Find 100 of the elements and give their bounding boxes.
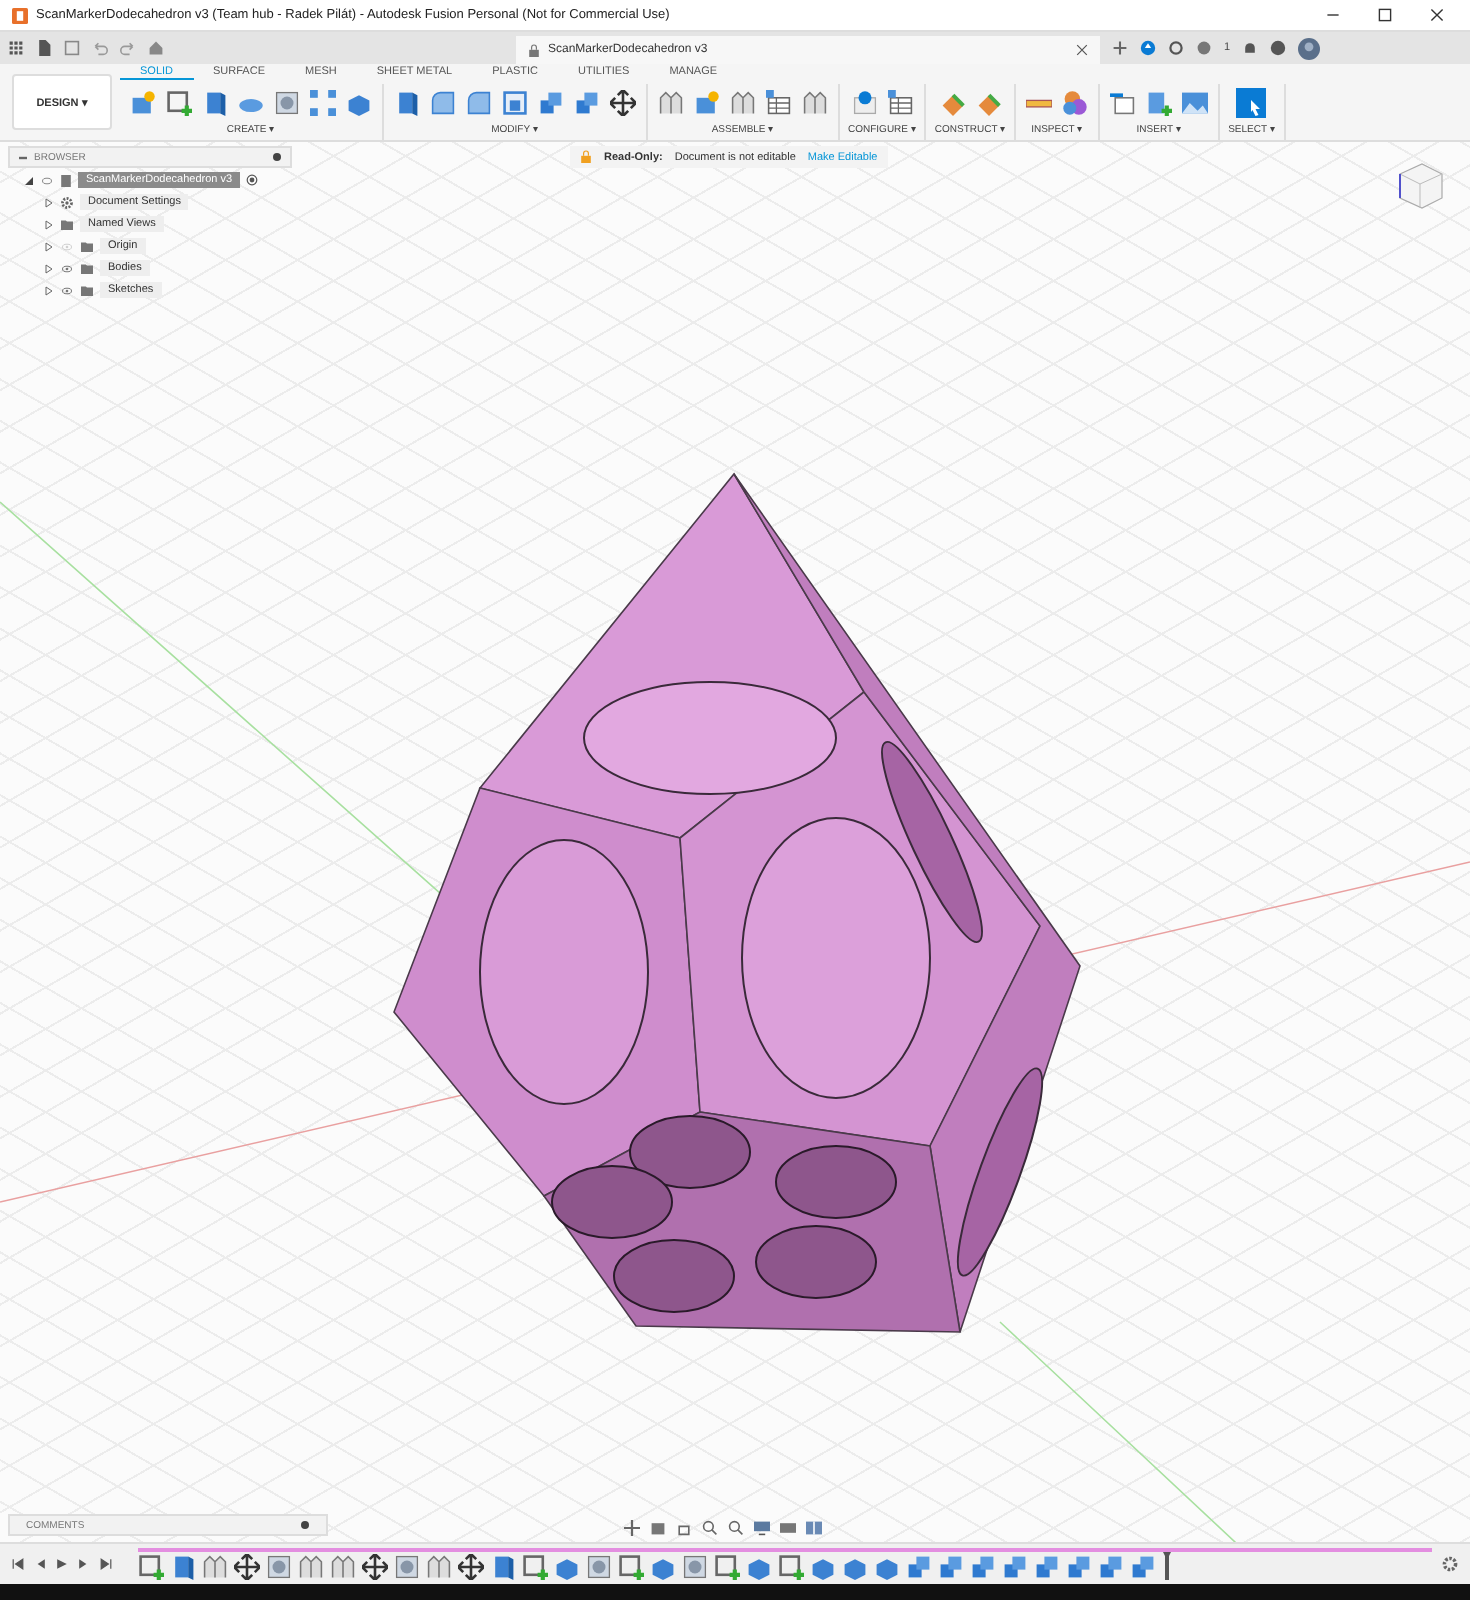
expanded-caret-icon[interactable] bbox=[24, 175, 34, 185]
avatar-icon[interactable] bbox=[1298, 37, 1321, 59]
document-icon bbox=[60, 173, 72, 187]
box-icon bbox=[554, 1553, 580, 1579]
extrude-icon bbox=[490, 1553, 516, 1579]
undo-icon[interactable] bbox=[92, 40, 108, 56]
blocks-icon bbox=[970, 1553, 996, 1579]
sketch-icon bbox=[778, 1553, 804, 1579]
radio-icon[interactable] bbox=[246, 174, 259, 186]
blocks-icon bbox=[574, 90, 600, 116]
decal-icon bbox=[1146, 90, 1173, 116]
pattern-icon bbox=[310, 90, 336, 116]
hole-icon bbox=[586, 1553, 612, 1579]
collapsed-caret-icon[interactable] bbox=[44, 197, 54, 207]
view-cube[interactable] bbox=[1394, 158, 1446, 210]
table-icon bbox=[766, 90, 792, 116]
timeline-marker-icon[interactable] bbox=[1162, 1552, 1172, 1580]
first-icon[interactable] bbox=[12, 1558, 24, 1570]
hole-icon bbox=[394, 1553, 420, 1579]
collapsed-caret-icon[interactable] bbox=[44, 263, 54, 273]
collapsed-caret-icon[interactable] bbox=[44, 241, 54, 251]
box-icon bbox=[842, 1553, 868, 1579]
move-icon bbox=[234, 1553, 260, 1579]
collapse-icon[interactable] bbox=[18, 153, 28, 161]
blocks-icon bbox=[938, 1553, 964, 1579]
settings-icon[interactable] bbox=[1442, 1556, 1458, 1572]
select-icon bbox=[1236, 88, 1267, 118]
app-logo-icon bbox=[12, 7, 28, 23]
blocks-icon bbox=[1098, 1553, 1124, 1579]
display-icon[interactable] bbox=[754, 1520, 770, 1536]
sketch-icon bbox=[714, 1553, 740, 1579]
plane-icon bbox=[975, 90, 1002, 116]
tool-button[interactable] bbox=[164, 88, 194, 118]
blocks-icon bbox=[1130, 1553, 1156, 1579]
fillet-icon bbox=[466, 90, 492, 116]
lock-icon bbox=[580, 150, 592, 164]
move-icon bbox=[610, 90, 636, 116]
zoom-icon[interactable] bbox=[702, 1520, 718, 1536]
sketch-icon bbox=[522, 1553, 548, 1579]
tool-button[interactable] bbox=[885, 88, 916, 118]
blocks-icon bbox=[1066, 1553, 1092, 1579]
eye-icon bbox=[40, 175, 54, 185]
maximize-icon[interactable] bbox=[1377, 8, 1391, 22]
shell-icon bbox=[502, 90, 528, 116]
plus-icon[interactable] bbox=[1112, 40, 1128, 56]
zoom-window-icon[interactable] bbox=[728, 1520, 744, 1536]
collapsed-caret-icon[interactable] bbox=[44, 219, 54, 229]
joint-icon bbox=[330, 1553, 356, 1579]
joint-icon bbox=[298, 1553, 324, 1579]
extrude-icon bbox=[202, 90, 228, 116]
move-icon bbox=[458, 1553, 484, 1579]
sketch-icon bbox=[166, 90, 192, 116]
close-icon[interactable] bbox=[1429, 8, 1443, 22]
joint-icon bbox=[658, 90, 684, 116]
configure-icon bbox=[851, 90, 878, 116]
extrude-icon bbox=[394, 90, 420, 116]
joint-icon bbox=[730, 90, 756, 116]
next-icon[interactable] bbox=[78, 1558, 90, 1570]
blocks-icon bbox=[906, 1553, 932, 1579]
table-icon bbox=[887, 90, 914, 116]
joint-icon bbox=[426, 1553, 452, 1579]
sketch-icon bbox=[618, 1553, 644, 1579]
joint-icon bbox=[802, 90, 828, 116]
box-icon bbox=[746, 1553, 772, 1579]
tool-button[interactable] bbox=[608, 88, 638, 118]
blocks-icon bbox=[1034, 1553, 1060, 1579]
component-icon bbox=[130, 90, 156, 116]
image-icon bbox=[1182, 90, 1209, 116]
extrude-icon bbox=[170, 1553, 196, 1579]
blocks-icon bbox=[538, 90, 564, 116]
close-icon[interactable] bbox=[1076, 44, 1088, 56]
box-icon bbox=[874, 1553, 900, 1579]
grid-menu-icon[interactable] bbox=[8, 40, 24, 56]
joint-icon bbox=[202, 1553, 228, 1579]
tool-button[interactable] bbox=[764, 88, 794, 118]
box-icon bbox=[650, 1553, 676, 1579]
gear-icon bbox=[60, 195, 74, 209]
eye-icon[interactable] bbox=[60, 285, 74, 295]
home-icon[interactable] bbox=[148, 40, 164, 56]
hole-icon bbox=[266, 1553, 292, 1579]
lock-icon bbox=[528, 43, 540, 57]
file-icon[interactable] bbox=[36, 40, 52, 56]
last-icon[interactable] bbox=[100, 1558, 112, 1570]
sketch-icon bbox=[138, 1553, 164, 1579]
blocks-icon bbox=[1002, 1553, 1028, 1579]
component-icon bbox=[694, 90, 720, 116]
eye-icon[interactable] bbox=[60, 263, 74, 273]
hole-icon bbox=[274, 90, 300, 116]
play-icon[interactable] bbox=[56, 1558, 68, 1570]
plane-icon bbox=[939, 90, 966, 116]
insert-icon bbox=[1110, 90, 1137, 116]
upload-icon[interactable] bbox=[1140, 40, 1156, 56]
previous-icon[interactable] bbox=[34, 1558, 46, 1570]
move-icon bbox=[362, 1553, 388, 1579]
minimize-icon[interactable] bbox=[1325, 8, 1339, 22]
fillet-icon bbox=[430, 90, 456, 116]
redo-icon[interactable] bbox=[120, 40, 136, 56]
collapsed-caret-icon[interactable] bbox=[44, 285, 54, 295]
box-icon bbox=[346, 90, 372, 116]
viewports-icon[interactable] bbox=[806, 1520, 822, 1536]
